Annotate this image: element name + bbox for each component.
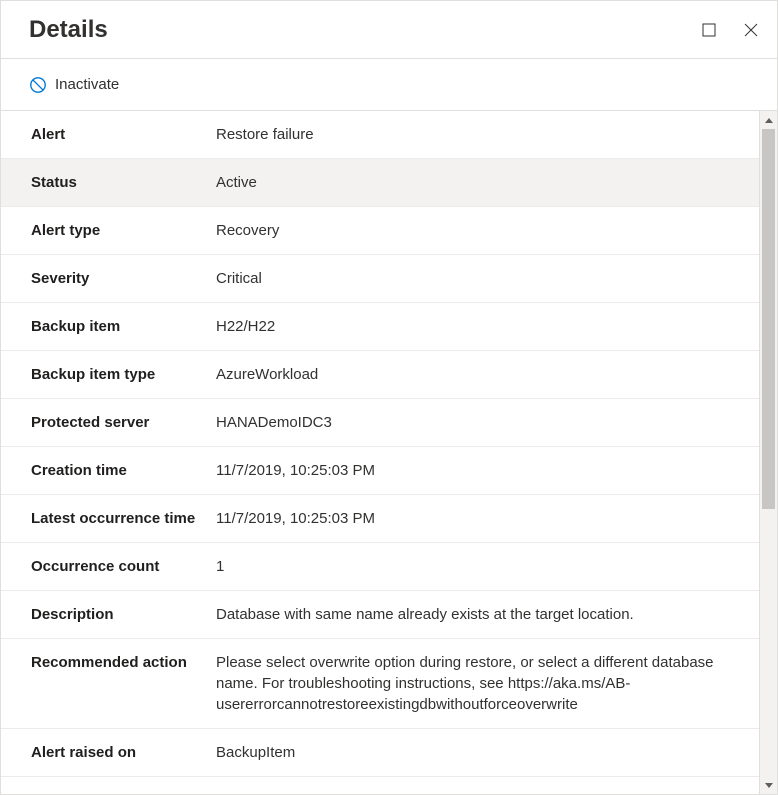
detail-value: AzureWorkload — [216, 351, 759, 399]
detail-label: Backup item type — [1, 351, 216, 399]
detail-value: Critical — [216, 255, 759, 303]
titlebar: Details — [1, 1, 777, 59]
close-icon — [744, 23, 758, 37]
detail-row: Alert typeRecovery — [1, 207, 759, 255]
window-title: Details — [29, 16, 108, 44]
close-button[interactable] — [741, 20, 761, 40]
detail-value: H22/H22 — [216, 303, 759, 351]
detail-value: 11/7/2019, 10:25:03 PM — [216, 447, 759, 495]
details-table: AlertRestore failureStatusActiveAlert ty… — [1, 111, 759, 777]
chevron-up-icon — [765, 118, 773, 123]
scrollbar-up-arrow[interactable] — [760, 111, 777, 129]
toolbar: Inactivate — [1, 59, 777, 111]
detail-value: 1 — [216, 543, 759, 591]
detail-label: Alert raised on — [1, 729, 216, 777]
detail-label: Backup item — [1, 303, 216, 351]
detail-value: Restore failure — [216, 111, 759, 159]
detail-label: Severity — [1, 255, 216, 303]
detail-row: Alert raised onBackupItem — [1, 729, 759, 777]
detail-label: Recommended action — [1, 639, 216, 729]
detail-row: StatusActive — [1, 159, 759, 207]
detail-row: Backup itemH22/H22 — [1, 303, 759, 351]
detail-label: Alert type — [1, 207, 216, 255]
detail-value: HANADemoIDC3 — [216, 399, 759, 447]
content-area: AlertRestore failureStatusActiveAlert ty… — [1, 111, 759, 794]
detail-label: Alert — [1, 111, 216, 159]
detail-row: Occurrence count1 — [1, 543, 759, 591]
detail-label: Latest occurrence time — [1, 495, 216, 543]
scrollbar-down-arrow[interactable] — [760, 776, 777, 794]
detail-value: 11/7/2019, 10:25:03 PM — [216, 495, 759, 543]
detail-row: Backup item typeAzureWorkload — [1, 351, 759, 399]
detail-row: SeverityCritical — [1, 255, 759, 303]
chevron-down-icon — [765, 783, 773, 788]
detail-row: Latest occurrence time11/7/2019, 10:25:0… — [1, 495, 759, 543]
inactivate-icon — [29, 76, 47, 94]
content-wrapper: AlertRestore failureStatusActiveAlert ty… — [1, 111, 777, 794]
detail-value: BackupItem — [216, 729, 759, 777]
inactivate-label: Inactivate — [55, 76, 119, 93]
inactivate-button[interactable]: Inactivate — [29, 76, 119, 94]
detail-row: AlertRestore failure — [1, 111, 759, 159]
detail-label: Description — [1, 591, 216, 639]
detail-row: Recommended actionPlease select overwrit… — [1, 639, 759, 729]
maximize-icon — [702, 23, 716, 37]
detail-label: Occurrence count — [1, 543, 216, 591]
detail-label: Status — [1, 159, 216, 207]
detail-value: Recovery — [216, 207, 759, 255]
details-window: Details Inactivate — [0, 0, 778, 795]
detail-label: Protected server — [1, 399, 216, 447]
detail-row: Protected serverHANADemoIDC3 — [1, 399, 759, 447]
detail-value: Please select overwrite option during re… — [216, 639, 759, 729]
scrollbar-thumb[interactable] — [762, 129, 775, 509]
window-controls — [699, 20, 761, 40]
detail-row: Creation time11/7/2019, 10:25:03 PM — [1, 447, 759, 495]
vertical-scrollbar[interactable] — [759, 111, 777, 794]
maximize-button[interactable] — [699, 20, 719, 40]
detail-value: Database with same name already exists a… — [216, 591, 759, 639]
detail-row: DescriptionDatabase with same name alrea… — [1, 591, 759, 639]
detail-label: Creation time — [1, 447, 216, 495]
detail-value: Active — [216, 159, 759, 207]
